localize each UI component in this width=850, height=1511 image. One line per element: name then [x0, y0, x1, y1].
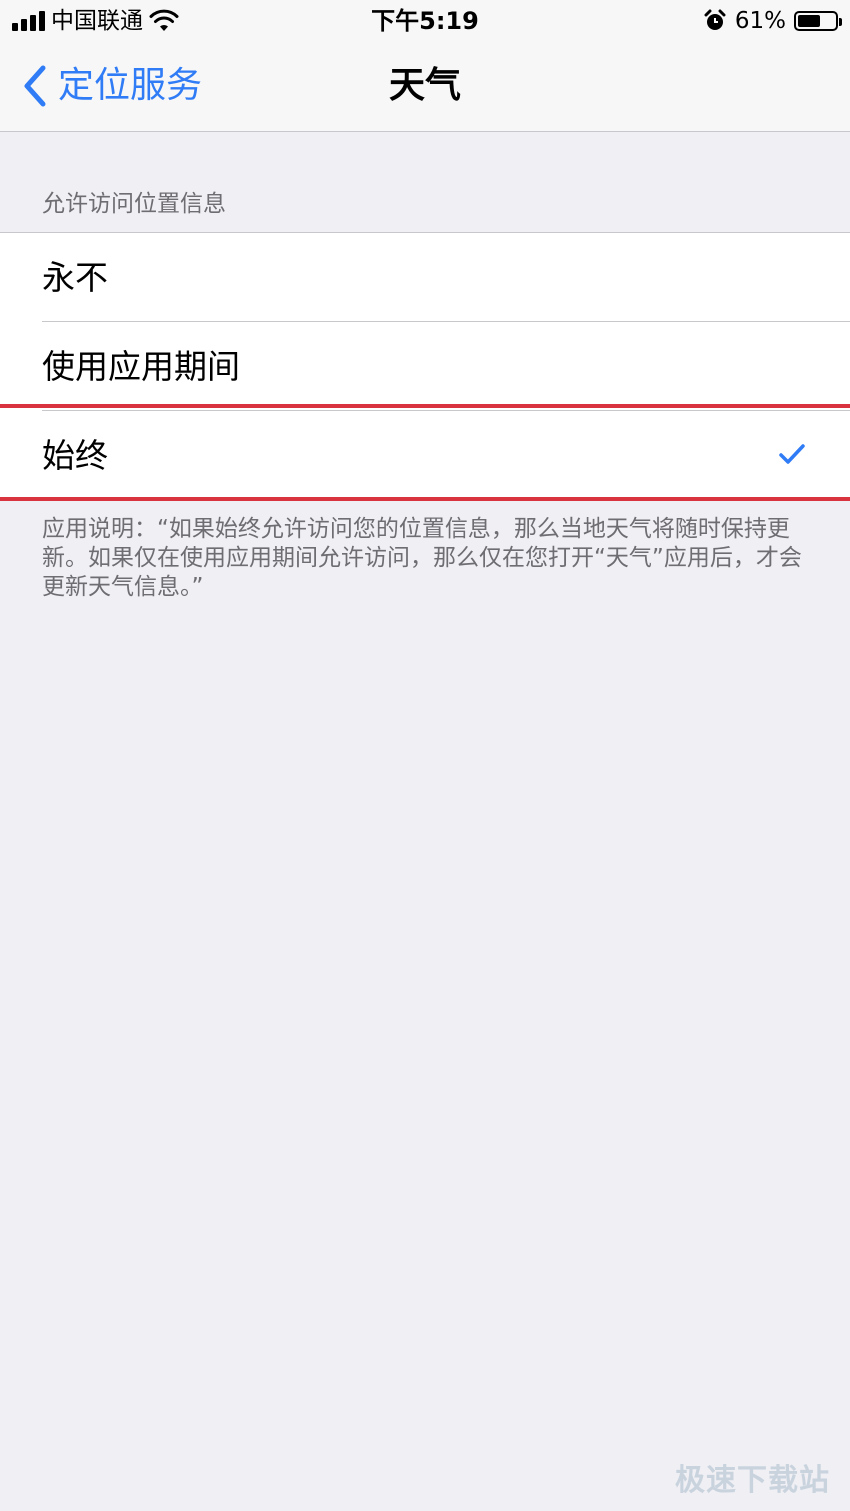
highlight-line-top — [0, 404, 850, 408]
option-always[interactable]: 始终 — [0, 411, 850, 500]
location-access-options: 永不 使用应用期间 始终 — [0, 232, 850, 501]
checkmark-icon — [779, 444, 805, 464]
option-label: 使用应用期间 — [42, 347, 240, 386]
option-label: 始终 — [42, 436, 108, 475]
battery-percent: 61% — [734, 8, 786, 34]
option-never[interactable]: 永不 — [0, 233, 850, 322]
section-header: 允许访问位置信息 — [42, 191, 226, 217]
alarm-icon — [704, 9, 726, 30]
battery-icon — [794, 11, 842, 31]
option-while-using[interactable]: 使用应用期间 — [0, 322, 850, 411]
page-title: 天气 — [388, 65, 461, 106]
battery-fill — [798, 15, 820, 27]
battery-nub — [839, 18, 842, 26]
option-label: 永不 — [42, 258, 108, 297]
navigation-bar: 定位服务 天气 — [0, 44, 850, 132]
status-bar: 中国联通 下午5:19 61% — [0, 0, 850, 44]
watermark: 极速下载站 — [675, 1463, 830, 1498]
status-right: 61% — [703, 6, 842, 36]
app-description: 应用说明：“如果始终允许访问您的位置信息，那么当地天气将随时保持更新。如果仅在使… — [42, 516, 802, 600]
highlight-line-bottom — [0, 497, 850, 501]
